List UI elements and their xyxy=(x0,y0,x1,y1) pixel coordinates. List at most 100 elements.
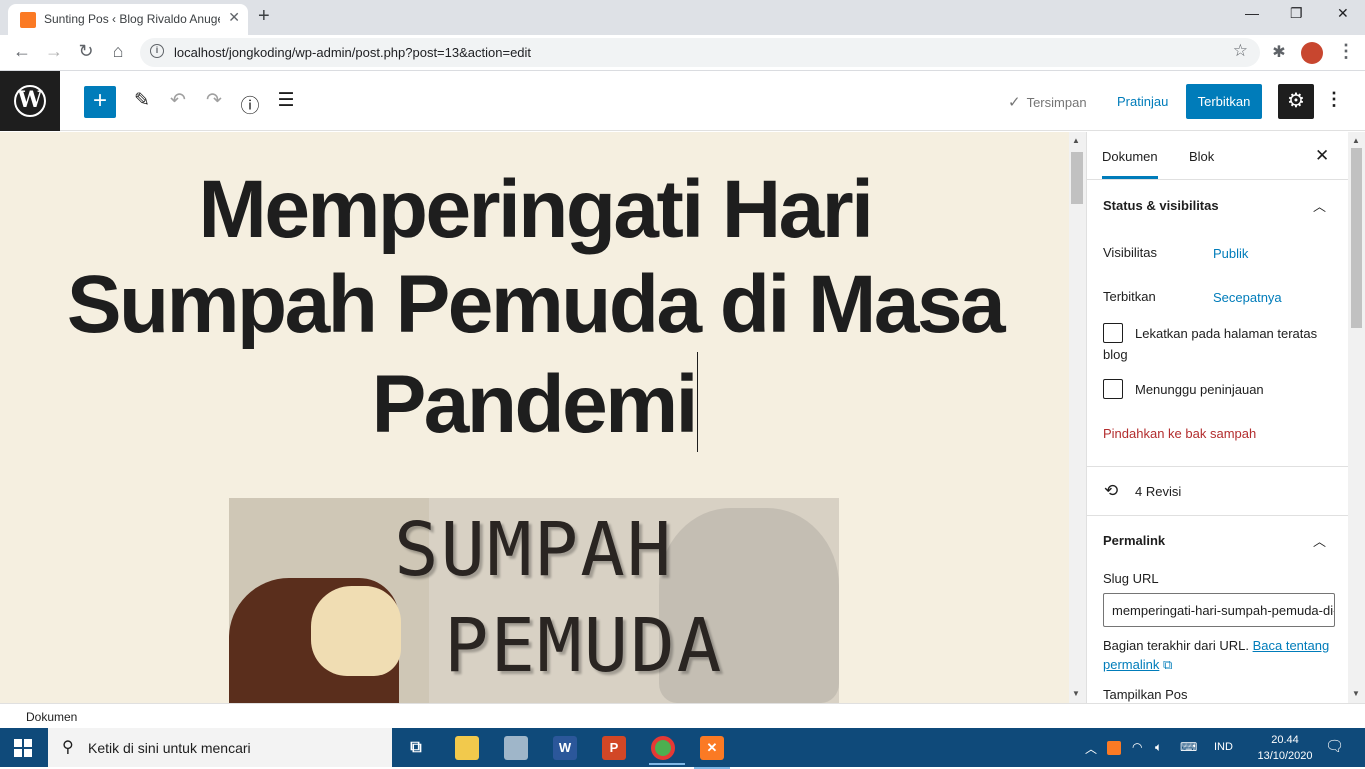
powerpoint-icon[interactable]: P xyxy=(602,736,626,760)
publish-button[interactable]: Terbitkan xyxy=(1186,84,1262,119)
clock-date: 13/10/2020 xyxy=(1257,750,1313,762)
xampp-icon[interactable]: ✕ xyxy=(694,736,730,769)
more-options-icon[interactable]: ⋮ xyxy=(1325,89,1343,110)
block-navigation-icon[interactable]: ☰ xyxy=(274,89,298,112)
xampp-tray-icon[interactable] xyxy=(1107,741,1121,755)
editor-scrollbar[interactable]: ▲ ▼ xyxy=(1069,132,1086,703)
saved-label: Tersimpan xyxy=(1026,95,1087,110)
raised-fist-highlight xyxy=(311,586,401,676)
search-icon: ⚲ xyxy=(62,739,74,756)
post-title-line-last[interactable]: Pandemi xyxy=(30,352,1040,452)
address-bar[interactable]: i localhost/jongkoding/wp-admin/post.php… xyxy=(140,38,1260,67)
notifications-icon[interactable]: 🗨︎ xyxy=(1325,737,1344,755)
scroll-down-icon[interactable]: ▼ xyxy=(1352,689,1360,698)
taskbar-clock[interactable]: 20.44 13/10/2020 xyxy=(1255,732,1315,764)
visibility-label: Visibilitas xyxy=(1103,245,1157,260)
divider xyxy=(1087,466,1348,467)
home-icon[interactable]: ⌂ xyxy=(106,41,130,62)
sidebar-tabs: Dokumen Blok ✕ xyxy=(1087,132,1348,180)
permalink-panel-title[interactable]: Permalink xyxy=(1103,533,1165,548)
wordpress-logo-button[interactable]: W xyxy=(0,71,60,131)
browser-tab[interactable]: Sunting Pos ‹ Blog Rivaldo Anugerah ✕ xyxy=(8,4,248,35)
tab-block[interactable]: Blok xyxy=(1189,149,1214,164)
scrollbar-thumb[interactable] xyxy=(1071,152,1083,204)
scroll-up-icon[interactable]: ▲ xyxy=(1072,136,1080,145)
scrollbar-thumb[interactable] xyxy=(1351,148,1362,328)
publish-date-button[interactable]: Secepatnya xyxy=(1213,290,1282,305)
post-featured-image[interactable]: SUMPAH PEMUDA xyxy=(229,498,839,703)
input-language[interactable]: IND xyxy=(1214,741,1233,753)
pending-review-label: Menunggu peninjauan xyxy=(1135,382,1264,397)
site-info-icon[interactable]: i xyxy=(150,44,164,58)
chevron-up-icon[interactable]: ︿ xyxy=(1313,196,1326,215)
taskbar-search-box[interactable]: ⚲ Ketik di sini untuk mencari xyxy=(48,728,392,767)
pending-review-checkbox[interactable] xyxy=(1103,379,1123,399)
new-tab-icon[interactable]: + xyxy=(258,5,270,28)
move-to-trash-button[interactable]: Pindahkan ke bak sampah xyxy=(1103,426,1256,441)
browser-toolbar: ← → ↻ ⌂ i localhost/jongkoding/wp-admin/… xyxy=(0,35,1365,71)
breadcrumb-document[interactable]: Dokumen xyxy=(26,710,77,724)
show-hidden-icons-icon[interactable]: ︿ xyxy=(1085,740,1097,757)
preview-button[interactable]: Pratinjau xyxy=(1117,94,1168,109)
scroll-up-icon[interactable]: ▲ xyxy=(1352,136,1360,145)
redo-icon[interactable]: ↷ xyxy=(202,89,226,112)
undo-icon[interactable]: ↶ xyxy=(166,89,190,112)
revisions-link[interactable]: 4 Revisi xyxy=(1135,484,1181,499)
status-visibility-panel-title[interactable]: Status & visibilitas xyxy=(1103,198,1219,213)
tab-close-icon[interactable]: ✕ xyxy=(228,9,240,26)
image-text-pemuda: PEMUDA xyxy=(444,603,724,689)
visibility-value-button[interactable]: Publik xyxy=(1213,246,1248,261)
publish-date-label: Terbitkan xyxy=(1103,289,1156,304)
sidebar-scrollbar[interactable]: ▲ ▼ xyxy=(1348,132,1365,703)
bookmark-star-icon[interactable]: ☆ xyxy=(1233,41,1248,61)
reload-icon[interactable]: ↻ xyxy=(74,41,98,62)
clock-time: 20.44 xyxy=(1271,734,1299,746)
slug-label: Slug URL xyxy=(1103,571,1159,586)
chrome-icon[interactable] xyxy=(649,736,685,765)
taskbar-search-placeholder[interactable]: Ketik di sini untuk mencari xyxy=(88,740,251,756)
network-icon[interactable]: ◠ xyxy=(1132,740,1142,754)
close-sidebar-icon[interactable]: ✕ xyxy=(1315,146,1329,166)
restore-icon[interactable]: ❐ xyxy=(1290,5,1303,22)
revisions-history-icon[interactable]: ⟲ xyxy=(1104,481,1118,501)
window-close-icon[interactable]: ✕ xyxy=(1337,5,1349,22)
keyboard-icon[interactable]: ⌨ xyxy=(1180,740,1197,754)
post-title-line[interactable]: Pandemi xyxy=(372,359,699,450)
chevron-up-icon[interactable]: ︿ xyxy=(1313,531,1326,550)
tab-document[interactable]: Dokumen xyxy=(1102,149,1158,179)
content-info-icon[interactable]: ⓘ xyxy=(238,91,262,118)
check-icon: ✓ xyxy=(1008,94,1021,111)
browser-tab-strip: Sunting Pos ‹ Blog Rivaldo Anugerah ✕ + … xyxy=(0,0,1365,35)
extensions-icon[interactable]: ✱ xyxy=(1267,42,1291,62)
post-title-line[interactable]: Sumpah Pemuda di Masa xyxy=(30,257,1040,352)
chrome-menu-icon[interactable]: ⋮ xyxy=(1334,41,1358,62)
back-icon[interactable]: ← xyxy=(10,41,34,62)
tab-title: Sunting Pos ‹ Blog Rivaldo Anugerah xyxy=(44,12,220,26)
show-post-label: Tampilkan Pos xyxy=(1103,687,1188,702)
post-title-line[interactable]: Memperingati Hari xyxy=(30,162,1040,257)
image-text-sumpah: SUMPAH xyxy=(394,507,674,593)
scroll-down-icon[interactable]: ▼ xyxy=(1072,689,1080,698)
wordpress-logo-icon: W xyxy=(14,85,46,117)
post-title[interactable]: Memperingati Hari Sumpah Pemuda di Masa … xyxy=(30,162,1040,452)
text-caret xyxy=(696,352,699,452)
add-block-button[interactable]: + xyxy=(84,86,116,118)
forward-icon[interactable]: → xyxy=(42,41,66,62)
word-icon[interactable]: W xyxy=(553,736,577,760)
settings-gear-icon[interactable]: ⚙ xyxy=(1278,84,1314,119)
windows-start-icon[interactable] xyxy=(14,739,32,757)
url-text[interactable]: localhost/jongkoding/wp-admin/post.php?p… xyxy=(174,45,531,60)
profile-avatar[interactable] xyxy=(1301,42,1323,64)
minimize-icon[interactable]: — xyxy=(1245,5,1259,21)
volume-icon[interactable]: 🔈︎ xyxy=(1155,740,1162,755)
xampp-favicon-icon xyxy=(20,12,36,28)
task-view-icon[interactable]: ⧉ xyxy=(404,736,428,760)
saved-indicator: ✓ Tersimpan xyxy=(1008,93,1087,111)
edit-tools-icon[interactable]: ✎ xyxy=(130,89,154,112)
editor-header: W + ✎ ↶ ↷ ⓘ ☰ ✓ Tersimpan Pratinjau Terbi… xyxy=(0,71,1365,131)
file-explorer-icon[interactable] xyxy=(455,736,479,760)
slug-input[interactable]: memperingati-hari-sumpah-pemuda-di-masa-… xyxy=(1103,593,1335,627)
permalink-help-text: Bagian terakhir dari URL. xyxy=(1103,638,1249,653)
sticky-label: Lekatkan pada halaman teratas blog xyxy=(1103,326,1318,362)
photos-app-icon[interactable] xyxy=(504,736,528,760)
